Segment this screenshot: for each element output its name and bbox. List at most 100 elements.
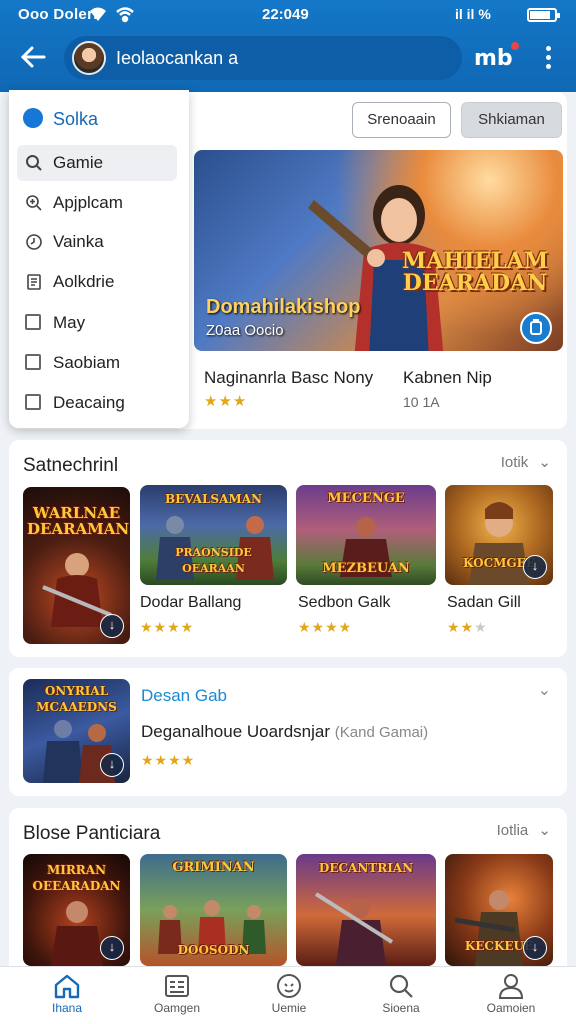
download-icon[interactable] [100,936,124,960]
menu-item-label: Gamie [53,153,104,172]
nav-label: Sioena [382,1001,420,1015]
notifications-button[interactable]: mb [474,42,519,71]
battery-icon [527,8,560,22]
game-art-title: MIRRAN OEEARADAN [32,863,121,893]
outline-button[interactable]: Srenoaain [352,102,451,138]
hero-logo: MAHIELAM DEARADAN [401,248,549,296]
game-art-subtitle: MEZBEUAN [322,561,410,576]
game-thumbnail[interactable]: BEVALSAMAN PRAONSIDE OEARAAN [140,485,287,585]
avatar[interactable] [72,41,106,75]
download-icon[interactable] [100,614,124,638]
profile-icon [498,974,524,999]
hero-rating: ★★★ [204,393,248,410]
back-arrow-icon[interactable] [18,42,48,72]
nav-label: Oamgen [153,1001,201,1015]
checkbox-icon[interactable] [25,314,41,330]
menu-header-label: Solka [53,109,99,129]
section-title: Desan Gab [141,686,227,705]
menu-item-label: Vainka [53,232,104,251]
section-link[interactable]: Iotlia ⌄ [497,821,551,839]
menu-item-aolkdrie[interactable]: Aolkdrie [17,264,177,300]
clock-icon [25,233,43,251]
nav-item-games[interactable]: Uemie [244,973,334,1015]
chevron-down-icon: ⌄ [538,454,551,471]
menu-item-deacaing[interactable]: Deacaing [17,385,177,421]
section-link-label: Iotlia [496,822,529,839]
section-link-label: Iotik [500,454,529,471]
app-bar: Ooo Doleri 22:049 il il % Ieolaocankan a… [0,0,576,92]
section-satnechrinl: Satnechrinl Iotik ⌄ WARLNAE DEARAMAN BEV… [9,440,567,657]
list-icon [165,975,189,997]
hero-subtitle: Z0aa Oocio [206,322,284,339]
game-subtitle-main: Deganalhoue Uoardsnjar [141,722,331,741]
nav-item-profile[interactable]: Oamoien [466,973,556,1015]
filled-button[interactable]: Shkiaman [461,102,562,138]
menu-header[interactable]: Solka [23,108,98,130]
menu-item-may[interactable]: May [17,305,177,341]
checkbox-icon[interactable] [25,394,41,410]
game-name[interactable]: Sadan Gill [447,594,521,612]
menu-item-label: Apjplcam [53,193,123,212]
notification-dot [510,42,519,50]
nav-item-list[interactable]: Oamgen [132,973,222,1015]
hero-game-name[interactable]: Naginanrla Basc Nony [204,368,373,388]
section-title: Satnechrinl [23,455,119,476]
star-rating: ★★★★ [141,752,196,768]
status-icons: il il % [455,6,491,22]
game-art-title: DECANTRIAN [318,861,414,875]
game-subtitle-muted: (Kand Gamai) [334,724,429,741]
download-icon[interactable] [523,555,547,579]
game-thumbnail[interactable]: MIRRAN OEEARADAN [23,854,130,966]
menu-item-apjplcam[interactable]: Apjplcam [17,185,177,221]
game-thumbnail[interactable]: DECANTRIAN [296,854,436,966]
menu-item-vainka[interactable]: Vainka [17,224,177,260]
bottom-nav: Ihana Oamgen Uemie Sioena Oamoien [0,966,576,1024]
game-thumbnail[interactable]: KOCMGEE [445,485,553,585]
game-thumbnail[interactable]: GRIMINAN DOOSODN [140,854,287,966]
game-thumbnail[interactable]: KECKEUE [445,854,553,966]
game-name[interactable]: Dodar Ballang [140,594,241,612]
signal-icon [88,5,108,27]
game-name[interactable]: Sedbon Galk [298,594,391,612]
star-rating: ★★★ [447,619,488,635]
nav-item-home[interactable]: Ihana [22,967,112,1015]
game-art-title: GRIMINAN [172,860,255,875]
nav-item-search[interactable]: Sioena [356,973,446,1015]
star-rating: ★★★★ [140,619,195,635]
chevron-down-icon: ⌄ [538,822,551,839]
nav-label: Uemie [271,1001,307,1015]
nav-label: Oamoien [486,1001,536,1015]
game-art-subtitle: PRAONSIDE OEARAAN [175,546,252,575]
game-subtitle: Deganalhoue Uoardsnjar (Kand Gamai) [141,722,428,742]
home-icon [54,974,80,999]
star-rating: ★★★★ [298,619,353,635]
download-icon[interactable] [520,312,552,344]
radio-dot-icon [23,108,43,128]
section-title: Blose Panticiara [23,823,161,844]
game-thumbnail[interactable]: MECENGE MEZBEUAN [296,485,436,585]
face-icon [277,974,301,998]
chevron-down-icon[interactable]: ⌄ [538,680,551,700]
section-link[interactable]: Iotik ⌄ [501,453,551,471]
menu-item-label: May [53,313,86,332]
search-icon [25,154,43,172]
game-art-title: ONYRIAL MCAAEDNS [36,684,117,714]
more-options-icon[interactable] [538,44,558,72]
checkbox-icon[interactable] [25,354,41,370]
nav-label: Ihana [51,1001,83,1015]
badge-label: mb [474,46,513,71]
search-input[interactable]: Ieolaocankan a [64,36,462,80]
menu-item-label: Deacaing [53,393,125,412]
menu-item-gamie[interactable]: Gamie [17,145,177,181]
game-thumbnail[interactable]: ONYRIAL MCAAEDNS [23,679,130,783]
hero-game-name-2[interactable]: Kabnen Nip [403,368,492,388]
game-art-title: BEVALSAMAN [165,492,262,506]
section-desan-gab[interactable]: ONYRIAL MCAAEDNS Desan Gab Deganalhoue U… [9,668,567,796]
game-thumbnail[interactable]: WARLNAE DEARAMAN [23,487,130,644]
download-icon[interactable] [523,936,547,960]
document-icon [25,273,43,291]
menu-item-saobiam[interactable]: Saobiam [17,345,177,381]
download-icon[interactable] [100,753,124,777]
clock: 22:049 [262,6,309,23]
featured-banner[interactable]: MAHIELAM DEARADAN Domahilakishop Z0aa Oo… [194,150,563,351]
